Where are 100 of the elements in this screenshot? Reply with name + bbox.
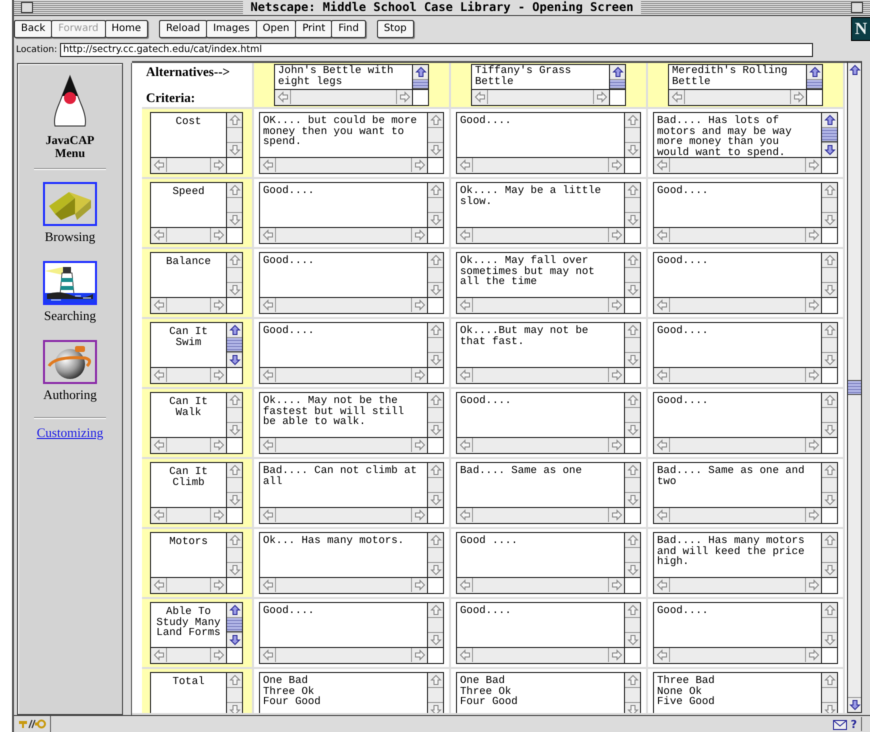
text-area[interactable]: Good.... [456,602,625,648]
left-arrow-icon[interactable] [152,509,164,521]
toolbar-button[interactable]: Print [295,20,332,38]
up-arrow-icon[interactable] [824,114,836,126]
toolbar-button[interactable]: Stop [376,20,414,38]
right-arrow-icon[interactable] [808,439,820,451]
horizontal-scrollbar[interactable] [653,298,822,314]
left-arrow-icon[interactable] [152,439,164,451]
right-arrow-icon[interactable] [414,649,426,661]
horizontal-scrollbar[interactable] [259,578,428,594]
right-arrow-icon[interactable] [808,509,820,521]
horizontal-scrollbar[interactable] [653,648,822,664]
right-arrow-icon[interactable] [212,369,224,381]
text-area[interactable]: Total [150,672,227,713]
horizontal-scrollbar[interactable] [150,158,227,174]
scroll-thumb[interactable] [822,128,837,142]
scroll-thumb[interactable] [227,618,242,632]
horizontal-scrollbar[interactable] [456,508,625,524]
horizontal-scrollbar[interactable] [259,648,428,664]
left-arrow-icon[interactable] [670,91,682,103]
right-arrow-icon[interactable] [398,91,410,103]
left-arrow-icon[interactable] [474,91,486,103]
right-arrow-icon[interactable] [610,649,622,661]
text-area[interactable]: Ok.... May not be the fastest but will still be able to walk. [259,392,428,438]
text-area[interactable]: Good.... [456,112,625,158]
text-area[interactable]: Cost [150,112,227,158]
left-arrow-icon[interactable] [656,439,668,451]
vertical-scrollbar[interactable] [227,322,243,368]
horizontal-scrollbar[interactable] [653,368,822,384]
right-arrow-icon[interactable] [414,439,426,451]
left-arrow-icon[interactable] [152,579,164,591]
help-icon[interactable]: ? [850,718,857,730]
right-arrow-icon[interactable] [212,579,224,591]
text-area[interactable]: One Bad Three Ok Four Good [456,672,625,713]
right-arrow-icon[interactable] [808,369,820,381]
scroll-thumb[interactable] [413,80,428,89]
right-arrow-icon[interactable] [610,579,622,591]
left-arrow-icon[interactable] [262,439,274,451]
right-arrow-icon[interactable] [610,299,622,311]
left-arrow-icon[interactable] [458,369,470,381]
text-area[interactable]: Speed [150,182,227,228]
left-arrow-icon[interactable] [276,91,288,103]
up-arrow-icon[interactable] [612,66,624,78]
right-arrow-icon[interactable] [808,229,820,241]
vertical-scrollbar[interactable] [610,64,626,90]
close-box[interactable] [21,2,33,13]
horizontal-scrollbar[interactable] [150,648,227,664]
left-arrow-icon[interactable] [656,229,668,241]
text-area[interactable]: Good.... [653,252,822,298]
text-area[interactable]: Ok.... May be a little slow. [456,182,625,228]
left-arrow-icon[interactable] [458,439,470,451]
text-area[interactable]: OK.... but could be more money then you want to spend. [259,112,428,158]
text-area[interactable]: Can It Swim [150,322,227,368]
left-arrow-icon[interactable] [262,159,274,171]
left-arrow-icon[interactable] [152,649,164,661]
text-area[interactable]: Bad.... Same as one [456,462,625,508]
horizontal-scrollbar[interactable] [653,578,822,594]
scroll-thumb[interactable] [227,338,242,352]
horizontal-scrollbar[interactable] [456,158,625,174]
toolbar-button[interactable]: Back [14,20,52,38]
right-arrow-icon[interactable] [212,299,224,311]
up-arrow-icon[interactable] [414,66,426,78]
left-arrow-icon[interactable] [152,159,164,171]
text-area[interactable]: Good.... [456,392,625,438]
toolbar-button[interactable]: Home [104,20,148,38]
right-arrow-icon[interactable] [212,439,224,451]
up-arrow-icon[interactable] [228,324,240,336]
left-arrow-icon[interactable] [152,299,164,311]
horizontal-scrollbar[interactable] [150,368,227,384]
right-arrow-icon[interactable] [610,369,622,381]
left-arrow-icon[interactable] [262,229,274,241]
right-arrow-icon[interactable] [610,509,622,521]
right-arrow-icon[interactable] [414,509,426,521]
left-arrow-icon[interactable] [656,649,668,661]
horizontal-scrollbar[interactable] [653,438,822,454]
up-arrow-icon[interactable] [848,64,860,76]
vertical-scrollbar[interactable] [227,602,243,648]
right-arrow-icon[interactable] [610,229,622,241]
up-arrow-icon[interactable] [808,66,820,78]
left-arrow-icon[interactable] [458,159,470,171]
horizontal-scrollbar[interactable] [653,508,822,524]
book-icon[interactable] [43,182,97,226]
horizontal-scrollbar[interactable] [259,158,428,174]
vertical-scrollbar[interactable] [822,112,838,158]
page-scrollbar[interactable] [848,63,861,712]
text-area[interactable]: Can It Walk [150,392,227,438]
left-arrow-icon[interactable] [458,649,470,661]
left-arrow-icon[interactable] [656,579,668,591]
left-arrow-icon[interactable] [458,509,470,521]
horizontal-scrollbar[interactable] [150,438,227,454]
right-arrow-icon[interactable] [792,91,804,103]
text-area[interactable]: Ok....But may not be that fast. [456,322,625,368]
left-arrow-icon[interactable] [152,369,164,381]
horizontal-scrollbar[interactable] [471,90,610,106]
left-arrow-icon[interactable] [458,299,470,311]
left-arrow-icon[interactable] [152,229,164,241]
vertical-scrollbar[interactable] [413,64,429,90]
text-area[interactable]: Good.... [259,182,428,228]
right-arrow-icon[interactable] [808,159,820,171]
up-arrow-icon[interactable] [228,604,240,616]
